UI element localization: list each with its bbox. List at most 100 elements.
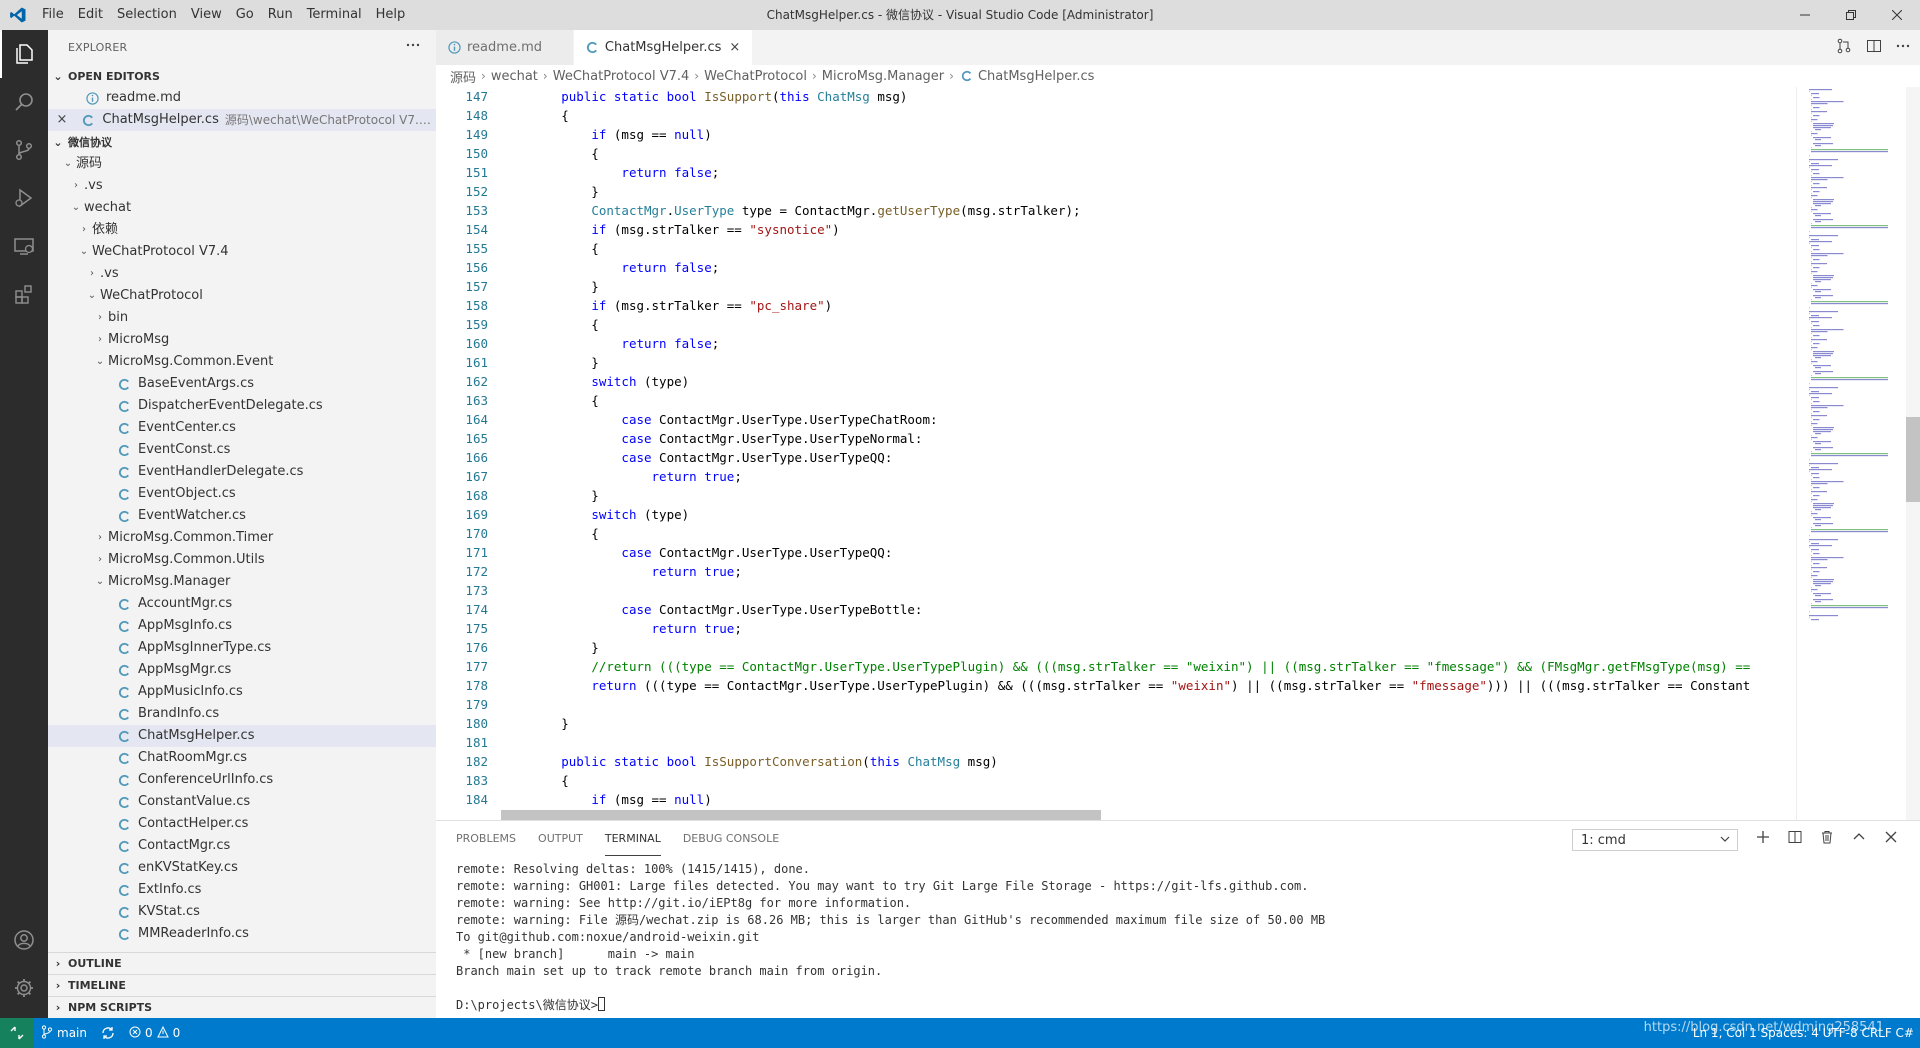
folder-item[interactable]: ⌄ 源码 (48, 153, 436, 175)
file-item[interactable]: EventWatcher.cs (48, 505, 436, 527)
folder-item[interactable]: › MicroMsg.Common.Utils (48, 549, 436, 571)
file-item[interactable]: ContactHelper.cs (48, 813, 436, 835)
code-line[interactable]: return (((type == ContactMgr.UserType.Us… (501, 676, 1801, 695)
file-item[interactable]: AppMusicInfo.cs (48, 681, 436, 703)
file-item[interactable]: BrandInfo.cs (48, 703, 436, 725)
file-item[interactable]: MMReaderInfo.cs (48, 923, 436, 945)
files-icon[interactable] (0, 30, 48, 78)
breadcrumb-item[interactable]: WeChatProtocol V7.4 (553, 69, 690, 84)
code-line[interactable]: { (501, 524, 1801, 543)
code-line[interactable]: case ContactMgr.UserType.UserTypeQQ: (501, 448, 1801, 467)
folder-item[interactable]: › MicroMsg.Common.Timer (48, 527, 436, 549)
breadcrumb-item[interactable]: 源码 (450, 67, 476, 86)
code-line[interactable]: case ContactMgr.UserType.UserTypeQQ: (501, 543, 1801, 562)
folder-item[interactable]: ⌄ WeChatProtocol V7.4 (48, 241, 436, 263)
file-item[interactable]: EventCenter.cs (48, 417, 436, 439)
code-line[interactable]: } (501, 277, 1801, 296)
file-item[interactable]: EventObject.cs (48, 483, 436, 505)
code-line[interactable]: } (501, 638, 1801, 657)
account-icon[interactable] (0, 916, 48, 964)
code-line[interactable]: { (501, 144, 1801, 163)
restore-button[interactable] (1828, 0, 1874, 30)
menu-selection[interactable]: Selection (110, 0, 184, 30)
close-editor-icon[interactable]: × (54, 109, 70, 131)
open-editors-header[interactable]: ⌄ OPEN EDITORS (48, 65, 436, 87)
menu-terminal[interactable]: Terminal (300, 0, 369, 30)
add-terminal-icon[interactable] (1756, 829, 1770, 848)
folder-item[interactable]: › bin (48, 307, 436, 329)
file-item[interactable]: ConstantValue.cs (48, 791, 436, 813)
tab-debug-console[interactable]: DEBUG CONSOLE (683, 821, 779, 856)
code-line[interactable]: return true; (501, 562, 1801, 581)
search-icon[interactable] (0, 78, 48, 126)
outline-section[interactable]: › OUTLINE (48, 952, 436, 974)
code-line[interactable]: //return (((type == ContactMgr.UserType.… (501, 657, 1801, 676)
breadcrumb-item[interactable]: MicroMsg.Manager (822, 69, 944, 84)
code-line[interactable]: } (501, 714, 1801, 733)
sync-icon[interactable] (94, 1018, 122, 1048)
file-item[interactable]: AppMsgMgr.cs (48, 659, 436, 681)
file-item[interactable]: AppMsgInnerType.cs (48, 637, 436, 659)
remote-explorer-icon[interactable] (0, 222, 48, 270)
workspace-header[interactable]: ⌄ 微信协议 (48, 131, 436, 153)
source-control-icon[interactable] (0, 126, 48, 174)
file-item[interactable]: EventHandlerDelegate.cs (48, 461, 436, 483)
split-terminal-icon[interactable] (1788, 829, 1802, 848)
file-item[interactable]: KVStat.cs (48, 901, 436, 923)
tab-readme[interactable]: readme.md × (436, 30, 574, 65)
tab-problems[interactable]: PROBLEMS (456, 821, 516, 856)
menu-view[interactable]: View (184, 0, 229, 30)
code-line[interactable]: public static bool IsSupportConversation… (501, 752, 1801, 771)
scrollbar-thumb[interactable] (1906, 417, 1920, 502)
file-item[interactable]: BaseEventArgs.cs (48, 373, 436, 395)
open-editor-item-active[interactable]: × ChatMsgHelper.cs 源码\wechat\WeChatProto… (48, 109, 436, 131)
close-panel-icon[interactable] (1884, 829, 1898, 848)
tab-terminal[interactable]: TERMINAL (604, 821, 661, 856)
minimize-button[interactable] (1782, 0, 1828, 30)
file-item[interactable]: ContactMgr.cs (48, 835, 436, 857)
code-line[interactable]: case ContactMgr.UserType.UserTypeNormal: (501, 429, 1801, 448)
code-line[interactable]: } (501, 353, 1801, 372)
folder-item[interactable]: ⌄ WeChatProtocol (48, 285, 436, 307)
extensions-icon[interactable] (0, 270, 48, 318)
file-item[interactable]: DispatcherEventDelegate.cs (48, 395, 436, 417)
breadcrumb-item[interactable]: ChatMsgHelper.cs (978, 69, 1094, 84)
code-line[interactable]: ContactMgr.UserType type = ContactMgr.ge… (501, 201, 1801, 220)
code-line[interactable]: return false; (501, 258, 1801, 277)
vertical-scrollbar[interactable] (1906, 87, 1920, 820)
menu-run[interactable]: Run (261, 0, 300, 30)
close-tab-icon[interactable]: × (729, 40, 740, 55)
file-item[interactable]: ExtInfo.cs (48, 879, 436, 901)
split-editor-icon[interactable] (1866, 38, 1882, 58)
menu-file[interactable]: File (35, 0, 71, 30)
code-line[interactable]: if (msg.strTalker == "sysnotice") (501, 220, 1801, 239)
branch-status[interactable]: main (34, 1018, 94, 1048)
code-line[interactable]: return true; (501, 619, 1801, 638)
code-line[interactable]: { (501, 315, 1801, 334)
maximize-panel-icon[interactable] (1852, 829, 1866, 848)
folder-item[interactable]: › MicroMsg (48, 329, 436, 351)
folder-item[interactable]: › .vs (48, 263, 436, 285)
open-changes-icon[interactable] (1836, 38, 1852, 58)
code-line[interactable]: ​ (501, 695, 1801, 714)
folder-item[interactable]: ⌄ MicroMsg.Manager (48, 571, 436, 593)
code-line[interactable]: if (msg.strTalker == "pc_share") (501, 296, 1801, 315)
tab-chatmsghelper[interactable]: ChatMsgHelper.cs × (573, 30, 754, 65)
more-actions-icon[interactable] (1896, 38, 1910, 57)
code-editor[interactable]: 147 148 149 150 151 152 153 154 155 156 157 158 159 1… (436, 87, 1920, 820)
code-line[interactable]: if (msg == null) (501, 125, 1801, 144)
file-item[interactable]: enKVStatKey.cs (48, 857, 436, 879)
file-item[interactable]: AccountMgr.cs (48, 593, 436, 615)
terminal-select[interactable]: 1: cmd (1572, 829, 1738, 851)
file-item[interactable]: ChatMsgHelper.cs (48, 725, 436, 747)
code-line[interactable]: } (501, 182, 1801, 201)
trash-icon[interactable] (1820, 829, 1834, 848)
code-line[interactable]: switch (type) (501, 505, 1801, 524)
remote-indicator-icon[interactable] (0, 1018, 34, 1048)
menu-help[interactable]: Help (369, 0, 413, 30)
folder-item[interactable]: ⌄ wechat (48, 197, 436, 219)
file-item[interactable]: ChatRoomMgr.cs (48, 747, 436, 769)
code-line[interactable]: ​ (501, 733, 1801, 752)
open-editor-item[interactable]: readme.md (48, 87, 436, 109)
npm-scripts-section[interactable]: › NPM SCRIPTS (48, 996, 436, 1018)
